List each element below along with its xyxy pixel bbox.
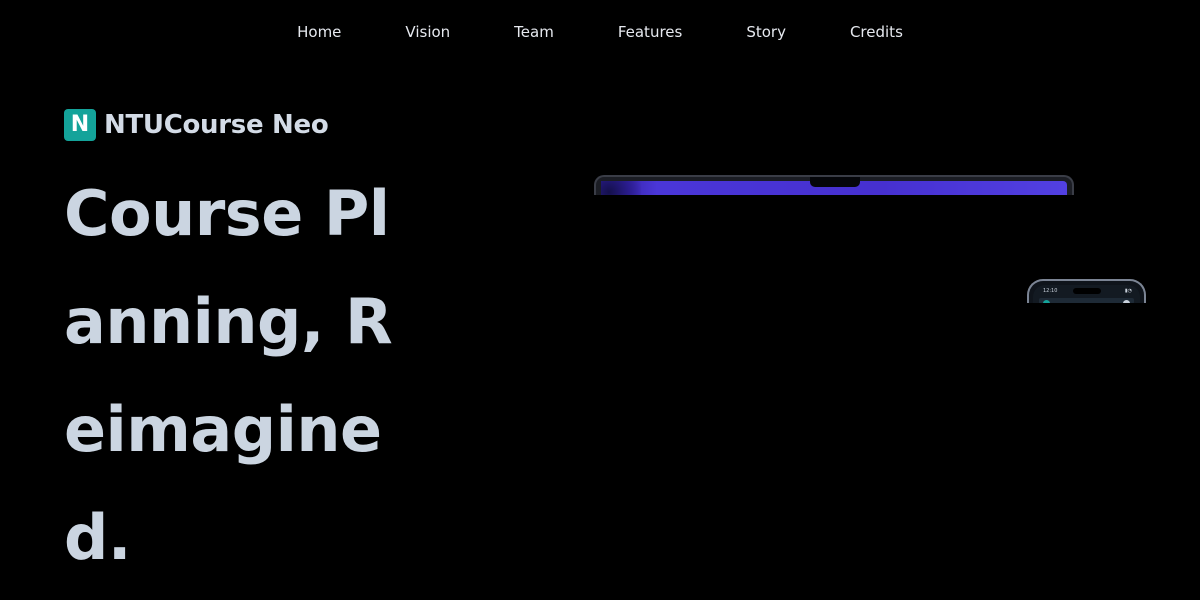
laptop-wallpaper-swirl — [601, 181, 641, 195]
phone-mockup: 12:10 ▮◔ — [1027, 279, 1146, 303]
nav-home[interactable]: Home — [265, 0, 373, 64]
hero-headline: Course Planning, Reimagined. — [64, 177, 393, 574]
phone-status-icons: ▮◔ — [1124, 288, 1132, 294]
phone-app-header — [1039, 298, 1134, 303]
phone-time: 12:10 — [1043, 288, 1058, 294]
top-nav: Home Vision Team Features Story Credits — [0, 0, 1200, 64]
nav-team[interactable]: Team — [482, 0, 586, 64]
brand[interactable]: N NTUCourse Neo — [64, 109, 329, 141]
nav-features[interactable]: Features — [586, 0, 715, 64]
phone-app-logo-icon — [1043, 300, 1050, 303]
laptop-notch — [810, 177, 860, 187]
laptop-mockup — [594, 175, 1074, 195]
brand-name: NTUCourse Neo — [104, 110, 329, 140]
nav-credits[interactable]: Credits — [818, 0, 935, 64]
nav-vision[interactable]: Vision — [373, 0, 482, 64]
phone-avatar-icon — [1123, 300, 1130, 303]
landing-page: Home Vision Team Features Story Credits … — [0, 0, 1200, 600]
phone-dynamic-island — [1073, 288, 1101, 294]
brand-logo-icon: N — [64, 109, 96, 141]
phone-screen: 12:10 ▮◔ — [1033, 285, 1140, 303]
nav-story[interactable]: Story — [714, 0, 818, 64]
